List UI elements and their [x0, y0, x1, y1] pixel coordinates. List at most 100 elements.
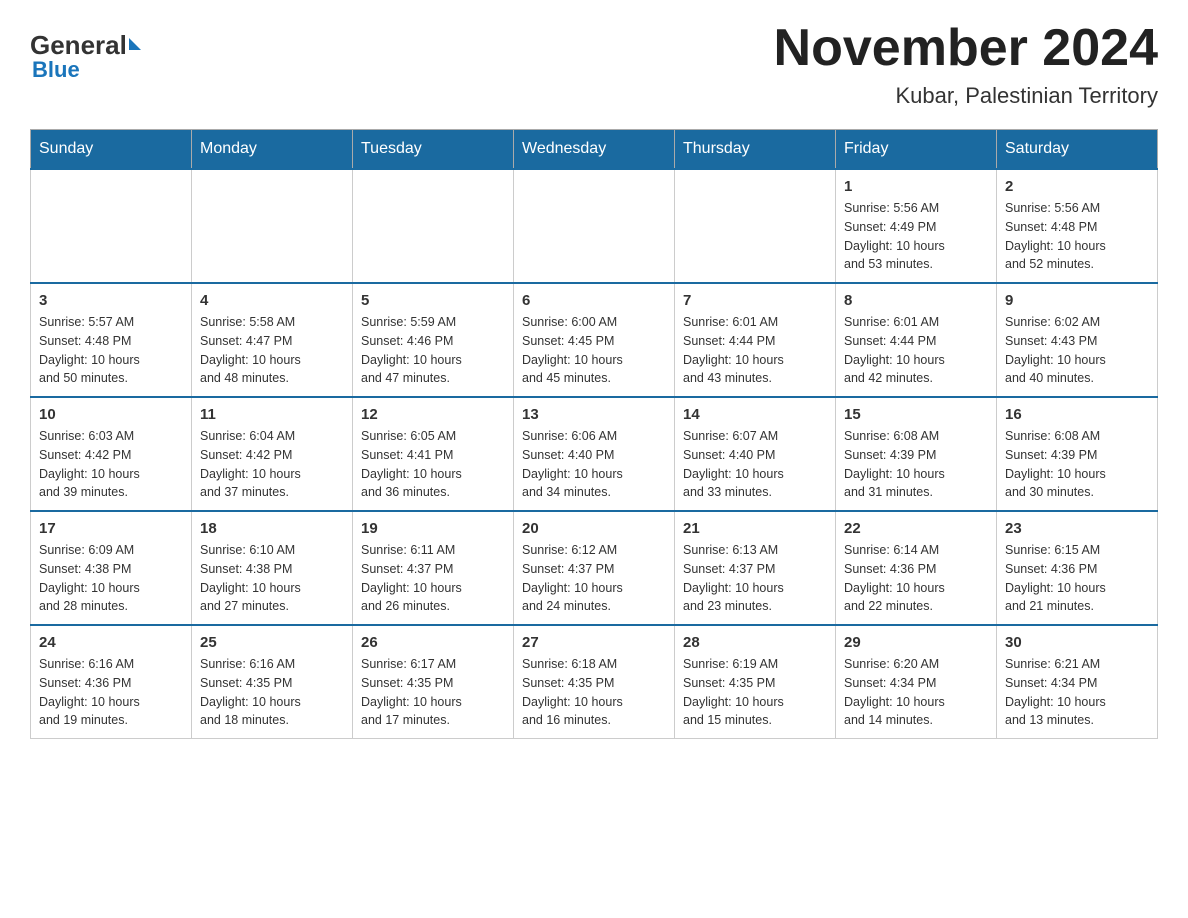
day-info: Sunrise: 6:11 AM Sunset: 4:37 PM Dayligh… [361, 541, 505, 616]
calendar-day-cell [31, 169, 192, 283]
calendar-day-cell: 24 Sunrise: 6:16 AM Sunset: 4:36 PM Dayli… [31, 625, 192, 739]
day-info: Sunrise: 6:02 AM Sunset: 4:43 PM Dayligh… [1005, 313, 1149, 388]
day-number: 18 [200, 520, 344, 537]
calendar-day-cell: 3Sunrise: 5:57 AM Sunset: 4:48 PM Daylig… [31, 283, 192, 397]
day-info: Sunrise: 6:08 AM Sunset: 4:39 PM Dayligh… [844, 427, 988, 502]
calendar-day-cell: 9 Sunrise: 6:02 AM Sunset: 4:43 PM Daylig… [997, 283, 1158, 397]
day-info: Sunrise: 5:58 AM Sunset: 4:47 PM Dayligh… [200, 313, 344, 388]
day-info: Sunrise: 6:01 AM Sunset: 4:44 PM Dayligh… [683, 313, 827, 388]
calendar-day-cell: 4 Sunrise: 5:58 AM Sunset: 4:47 PM Daylig… [192, 283, 353, 397]
calendar-day-cell: 13 Sunrise: 6:06 AM Sunset: 4:40 PM Dayli… [514, 397, 675, 511]
logo: General Blue [30, 20, 141, 83]
day-info: Sunrise: 6:16 AM Sunset: 4:36 PM Dayligh… [39, 655, 183, 730]
day-info: Sunrise: 6:05 AM Sunset: 4:41 PM Dayligh… [361, 427, 505, 502]
day-number: 12 [361, 406, 505, 423]
day-number: 9 [1005, 292, 1149, 309]
day-number: 17 [39, 520, 183, 537]
calendar-day-cell: 14 Sunrise: 6:07 AM Sunset: 4:40 PM Dayli… [675, 397, 836, 511]
calendar-week-row: 17 Sunrise: 6:09 AM Sunset: 4:38 PM Dayli… [31, 511, 1158, 625]
day-of-week-header: Thursday [675, 130, 836, 170]
day-number: 27 [522, 634, 666, 651]
calendar-table: SundayMondayTuesdayWednesdayThursdayFrid… [30, 129, 1158, 739]
day-number: 29 [844, 634, 988, 651]
logo-blue: Blue [32, 57, 80, 83]
calendar-day-cell: 21 Sunrise: 6:13 AM Sunset: 4:37 PM Dayli… [675, 511, 836, 625]
calendar-day-cell: 2 Sunrise: 5:56 AM Sunset: 4:48 PM Daylig… [997, 169, 1158, 283]
day-number: 22 [844, 520, 988, 537]
day-info: Sunrise: 6:04 AM Sunset: 4:42 PM Dayligh… [200, 427, 344, 502]
calendar-header-row: SundayMondayTuesdayWednesdayThursdayFrid… [31, 130, 1158, 170]
day-of-week-header: Sunday [31, 130, 192, 170]
day-info: Sunrise: 6:18 AM Sunset: 4:35 PM Dayligh… [522, 655, 666, 730]
day-number: 8 [844, 292, 988, 309]
day-info: Sunrise: 5:56 AM Sunset: 4:48 PM Dayligh… [1005, 199, 1149, 274]
day-info: Sunrise: 6:14 AM Sunset: 4:36 PM Dayligh… [844, 541, 988, 616]
day-info: Sunrise: 6:07 AM Sunset: 4:40 PM Dayligh… [683, 427, 827, 502]
calendar-day-cell: 25 Sunrise: 6:16 AM Sunset: 4:35 PM Dayli… [192, 625, 353, 739]
calendar-day-cell [675, 169, 836, 283]
day-info: Sunrise: 5:56 AM Sunset: 4:49 PM Dayligh… [844, 199, 988, 274]
day-number: 20 [522, 520, 666, 537]
day-number: 24 [39, 634, 183, 651]
day-info: Sunrise: 6:03 AM Sunset: 4:42 PM Dayligh… [39, 427, 183, 502]
calendar-day-cell: 17 Sunrise: 6:09 AM Sunset: 4:38 PM Dayli… [31, 511, 192, 625]
location-title: Kubar, Palestinian Territory [774, 83, 1158, 109]
day-info: Sunrise: 6:19 AM Sunset: 4:35 PM Dayligh… [683, 655, 827, 730]
calendar-day-cell: 5Sunrise: 5:59 AM Sunset: 4:46 PM Daylig… [353, 283, 514, 397]
day-number: 13 [522, 406, 666, 423]
calendar-week-row: 1 Sunrise: 5:56 AM Sunset: 4:49 PM Daylig… [31, 169, 1158, 283]
day-info: Sunrise: 6:15 AM Sunset: 4:36 PM Dayligh… [1005, 541, 1149, 616]
day-number: 2 [1005, 178, 1149, 195]
day-number: 15 [844, 406, 988, 423]
day-number: 1 [844, 178, 988, 195]
calendar-day-cell: 1 Sunrise: 5:56 AM Sunset: 4:49 PM Daylig… [836, 169, 997, 283]
calendar-day-cell [514, 169, 675, 283]
day-number: 26 [361, 634, 505, 651]
day-number: 21 [683, 520, 827, 537]
day-number: 4 [200, 292, 344, 309]
calendar-day-cell: 8 Sunrise: 6:01 AM Sunset: 4:44 PM Daylig… [836, 283, 997, 397]
day-number: 19 [361, 520, 505, 537]
day-info: Sunrise: 6:17 AM Sunset: 4:35 PM Dayligh… [361, 655, 505, 730]
calendar-day-cell: 15 Sunrise: 6:08 AM Sunset: 4:39 PM Dayli… [836, 397, 997, 511]
day-info: Sunrise: 6:12 AM Sunset: 4:37 PM Dayligh… [522, 541, 666, 616]
calendar-day-cell: 23Sunrise: 6:15 AM Sunset: 4:36 PM Dayli… [997, 511, 1158, 625]
day-number: 11 [200, 406, 344, 423]
day-info: Sunrise: 6:08 AM Sunset: 4:39 PM Dayligh… [1005, 427, 1149, 502]
month-title: November 2024 [774, 20, 1158, 77]
day-info: Sunrise: 6:13 AM Sunset: 4:37 PM Dayligh… [683, 541, 827, 616]
day-number: 3 [39, 292, 183, 309]
page-header: General Blue November 2024 Kubar, Palest… [30, 20, 1158, 109]
calendar-day-cell: 19 Sunrise: 6:11 AM Sunset: 4:37 PM Dayli… [353, 511, 514, 625]
calendar-day-cell: 29 Sunrise: 6:20 AM Sunset: 4:34 PM Dayli… [836, 625, 997, 739]
day-of-week-header: Saturday [997, 130, 1158, 170]
calendar-week-row: 10Sunrise: 6:03 AM Sunset: 4:42 PM Dayli… [31, 397, 1158, 511]
calendar-day-cell: 6 Sunrise: 6:00 AM Sunset: 4:45 PM Daylig… [514, 283, 675, 397]
day-number: 14 [683, 406, 827, 423]
calendar-day-cell: 20 Sunrise: 6:12 AM Sunset: 4:37 PM Dayli… [514, 511, 675, 625]
day-of-week-header: Friday [836, 130, 997, 170]
day-number: 16 [1005, 406, 1149, 423]
day-info: Sunrise: 6:09 AM Sunset: 4:38 PM Dayligh… [39, 541, 183, 616]
calendar-day-cell: 18 Sunrise: 6:10 AM Sunset: 4:38 PM Dayli… [192, 511, 353, 625]
day-info: Sunrise: 6:16 AM Sunset: 4:35 PM Dayligh… [200, 655, 344, 730]
day-info: Sunrise: 6:10 AM Sunset: 4:38 PM Dayligh… [200, 541, 344, 616]
calendar-title-area: November 2024 Kubar, Palestinian Territo… [774, 20, 1158, 109]
day-of-week-header: Monday [192, 130, 353, 170]
day-info: Sunrise: 6:00 AM Sunset: 4:45 PM Dayligh… [522, 313, 666, 388]
day-info: Sunrise: 5:59 AM Sunset: 4:46 PM Dayligh… [361, 313, 505, 388]
logo-triangle-icon [129, 38, 141, 50]
day-number: 7 [683, 292, 827, 309]
calendar-week-row: 3Sunrise: 5:57 AM Sunset: 4:48 PM Daylig… [31, 283, 1158, 397]
day-info: Sunrise: 6:06 AM Sunset: 4:40 PM Dayligh… [522, 427, 666, 502]
day-number: 6 [522, 292, 666, 309]
day-number: 25 [200, 634, 344, 651]
day-info: Sunrise: 6:21 AM Sunset: 4:34 PM Dayligh… [1005, 655, 1149, 730]
day-of-week-header: Tuesday [353, 130, 514, 170]
day-info: Sunrise: 6:01 AM Sunset: 4:44 PM Dayligh… [844, 313, 988, 388]
calendar-day-cell: 10Sunrise: 6:03 AM Sunset: 4:42 PM Dayli… [31, 397, 192, 511]
calendar-day-cell: 11 Sunrise: 6:04 AM Sunset: 4:42 PM Dayli… [192, 397, 353, 511]
calendar-day-cell: 12 Sunrise: 6:05 AM Sunset: 4:41 PM Dayli… [353, 397, 514, 511]
calendar-day-cell: 16 Sunrise: 6:08 AM Sunset: 4:39 PM Dayli… [997, 397, 1158, 511]
day-info: Sunrise: 6:20 AM Sunset: 4:34 PM Dayligh… [844, 655, 988, 730]
